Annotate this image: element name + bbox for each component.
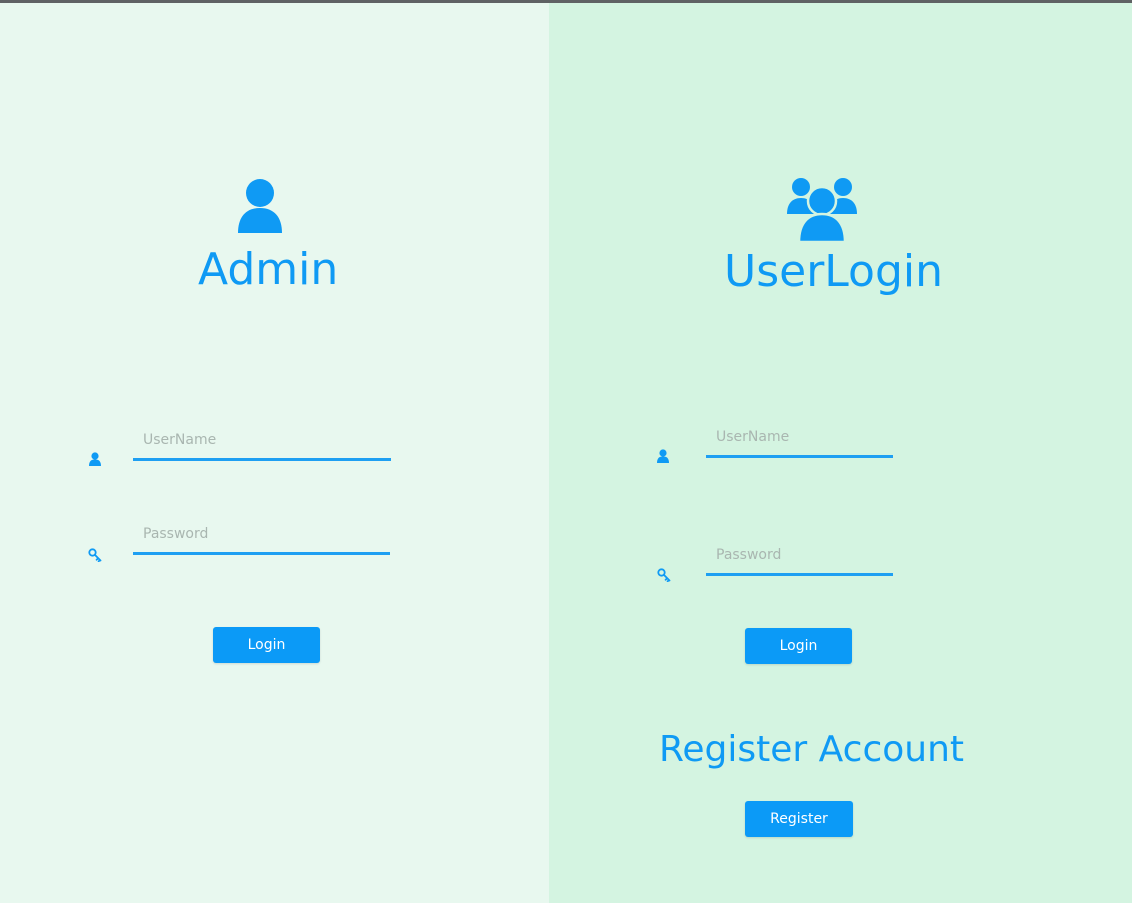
user-small-icon	[657, 449, 669, 463]
key-icon	[657, 568, 671, 582]
user-panel: UserLogin Login Register Account Registe…	[549, 3, 1132, 903]
user-icon	[236, 179, 284, 235]
user-username-input[interactable]	[706, 424, 893, 458]
admin-username-input[interactable]	[133, 427, 391, 461]
register-button[interactable]: Register	[745, 801, 853, 837]
admin-password-input[interactable]	[133, 521, 390, 555]
admin-title: Admin	[198, 244, 339, 295]
users-group-icon	[787, 176, 857, 242]
key-icon	[88, 548, 102, 562]
user-login-title: UserLogin	[724, 246, 943, 297]
admin-panel: Admin Login	[0, 3, 549, 903]
user-small-icon	[89, 452, 101, 466]
user-login-button[interactable]: Login	[745, 628, 852, 664]
admin-login-button[interactable]: Login	[213, 627, 320, 663]
register-account-heading: Register Account	[659, 729, 965, 770]
user-password-input[interactable]	[706, 542, 893, 576]
